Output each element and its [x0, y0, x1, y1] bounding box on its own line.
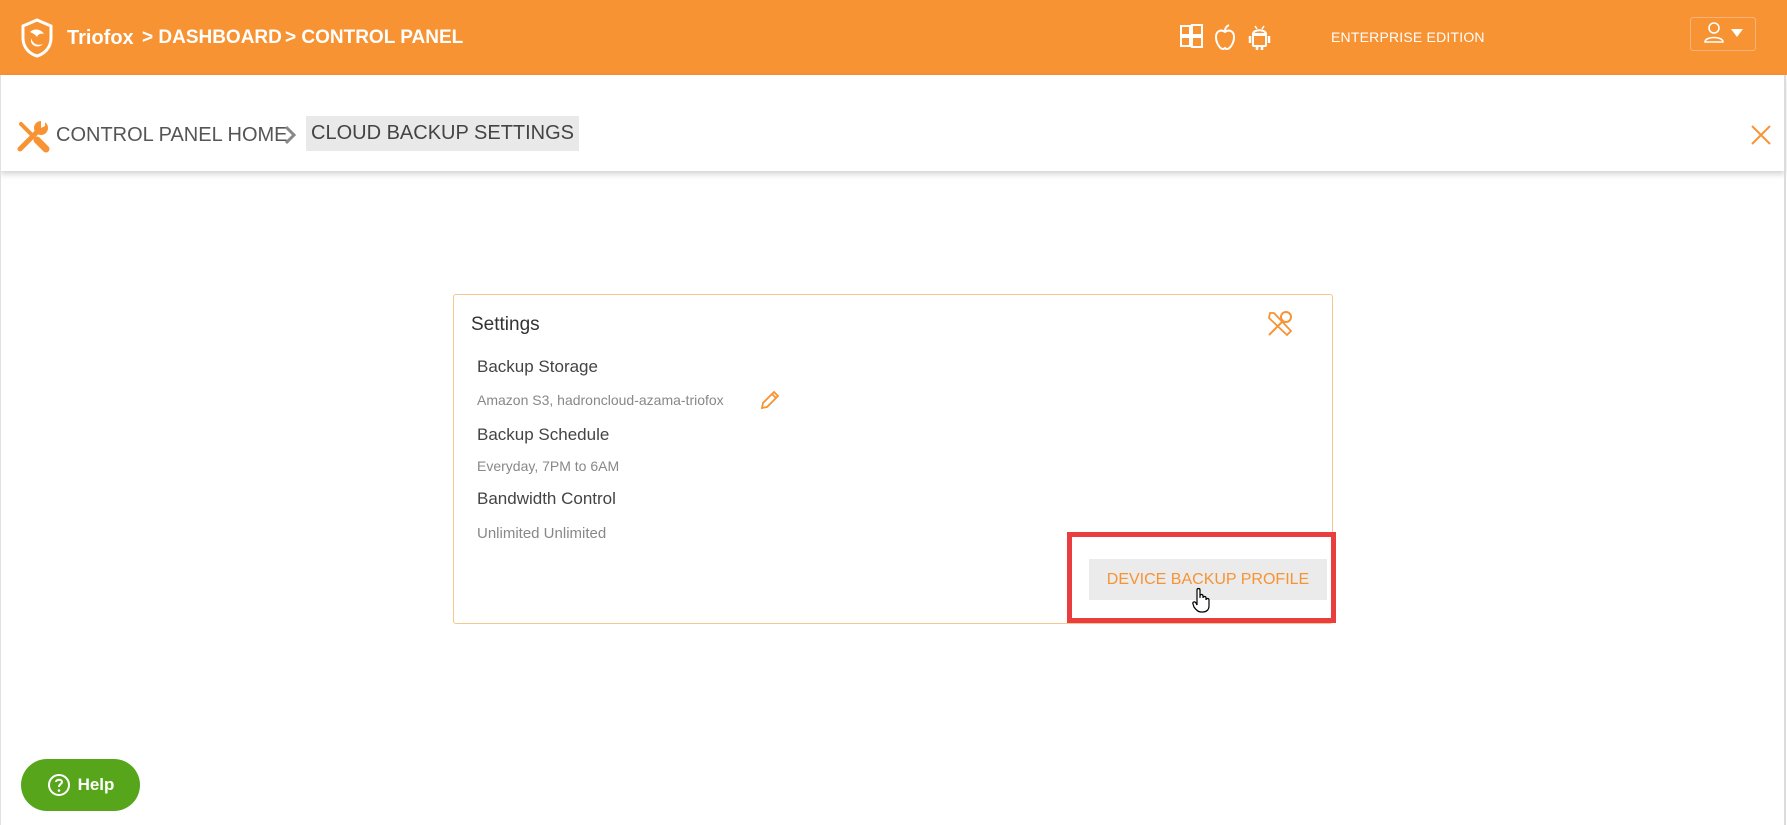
backup-storage-label: Backup Storage — [477, 357, 598, 376]
android-icon[interactable] — [1247, 23, 1272, 51]
question-circle-icon — [47, 773, 71, 797]
control-panel-breadcrumb: CONTROL PANEL HOME CLOUD BACKUP SETTINGS — [0, 75, 1785, 171]
breadcrumb-dashboard[interactable]: > DASHBOARD — [142, 27, 282, 49]
top-bar: Triofox > DASHBOARD > CONTROL PANEL ENTE… — [0, 0, 1787, 75]
hand-cursor-icon — [1192, 587, 1210, 613]
backup-storage-value: Amazon S3, hadroncloud-azama-triofox — [477, 392, 724, 408]
apple-icon[interactable] — [1213, 23, 1238, 51]
pencil-icon[interactable] — [759, 389, 781, 411]
tools-icon — [15, 118, 51, 154]
bandwidth-control-value: Unlimited Unlimited — [477, 525, 607, 542]
card-title: Settings — [471, 314, 540, 335]
backup-schedule-value: Everyday, 7PM to 6AM — [477, 458, 620, 474]
breadcrumb-current: CLOUD BACKUP SETTINGS — [306, 116, 580, 151]
chevron-down-icon — [1730, 25, 1744, 43]
scrollbar-track[interactable] — [1784, 75, 1786, 825]
help-button[interactable]: Help — [21, 759, 140, 811]
chevron-right-icon — [283, 125, 297, 145]
triofox-logo-icon[interactable] — [19, 18, 55, 58]
platform-icons — [1179, 22, 1272, 52]
breadcrumb-control-panel-home[interactable]: CONTROL PANEL HOME — [56, 124, 288, 147]
breadcrumb-control-panel[interactable]: > CONTROL PANEL — [285, 27, 463, 49]
help-label: Help — [77, 775, 115, 794]
bandwidth-control-label: Bandwidth Control — [477, 489, 616, 508]
close-icon[interactable] — [1750, 124, 1772, 146]
user-menu-button[interactable] — [1690, 17, 1756, 51]
windows-icon[interactable] — [1179, 23, 1204, 51]
user-icon — [1702, 21, 1726, 48]
edition-label: ENTERPRISE EDITION — [1331, 29, 1485, 45]
brand-name[interactable]: Triofox — [67, 27, 134, 50]
settings-tools-icon[interactable] — [1265, 309, 1295, 339]
backup-schedule-label: Backup Schedule — [477, 425, 610, 444]
page-border-left — [0, 171, 1, 825]
